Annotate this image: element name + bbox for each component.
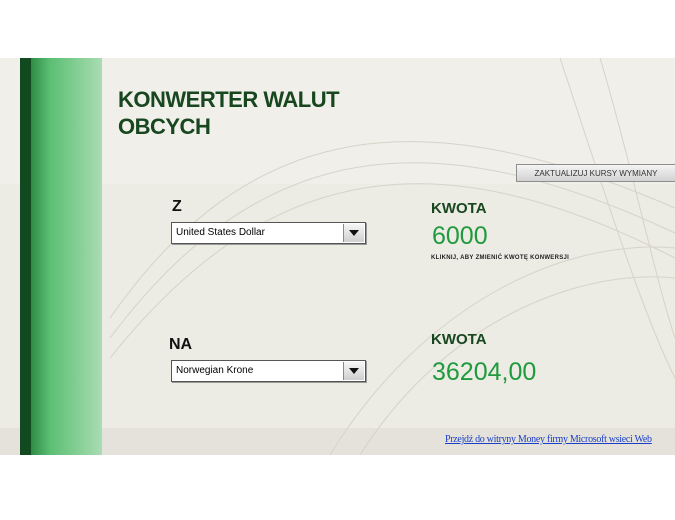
chevron-down-icon [349,230,359,236]
title-line-2: OBCYCH [118,114,211,139]
microsoft-money-link[interactable]: Przejdź do witryny Money firmy Microsoft… [445,434,652,445]
green-side-strip [20,58,102,455]
from-label: Z [172,198,182,215]
to-label: NA [169,336,193,353]
from-amount-label: KWOTA [431,200,487,217]
to-amount-value: 36204,00 [432,358,537,386]
from-currency-select[interactable]: United States Dollar [171,222,366,244]
amount-hint: KLIKNIJ, ABY ZMIENIĆ KWOTĘ KONWERSJI [431,255,570,261]
title-line-1: KONWERTER WALUT [118,87,340,112]
page-title: KONWERTER WALUT OBCYCH [118,86,418,140]
chevron-down-icon [349,368,359,374]
from-amount-value[interactable]: 6000 [432,222,488,251]
from-dropdown-button[interactable] [343,224,364,242]
update-rates-button[interactable]: ZAKTUALIZUJ KURSY WYMIANY [516,164,675,182]
to-currency-value: Norwegian Krone [176,365,254,376]
to-dropdown-button[interactable] [343,362,364,380]
to-amount-label: KWOTA [431,331,487,348]
to-currency-select[interactable]: Norwegian Krone [171,360,366,382]
from-currency-value: United States Dollar [176,227,265,238]
